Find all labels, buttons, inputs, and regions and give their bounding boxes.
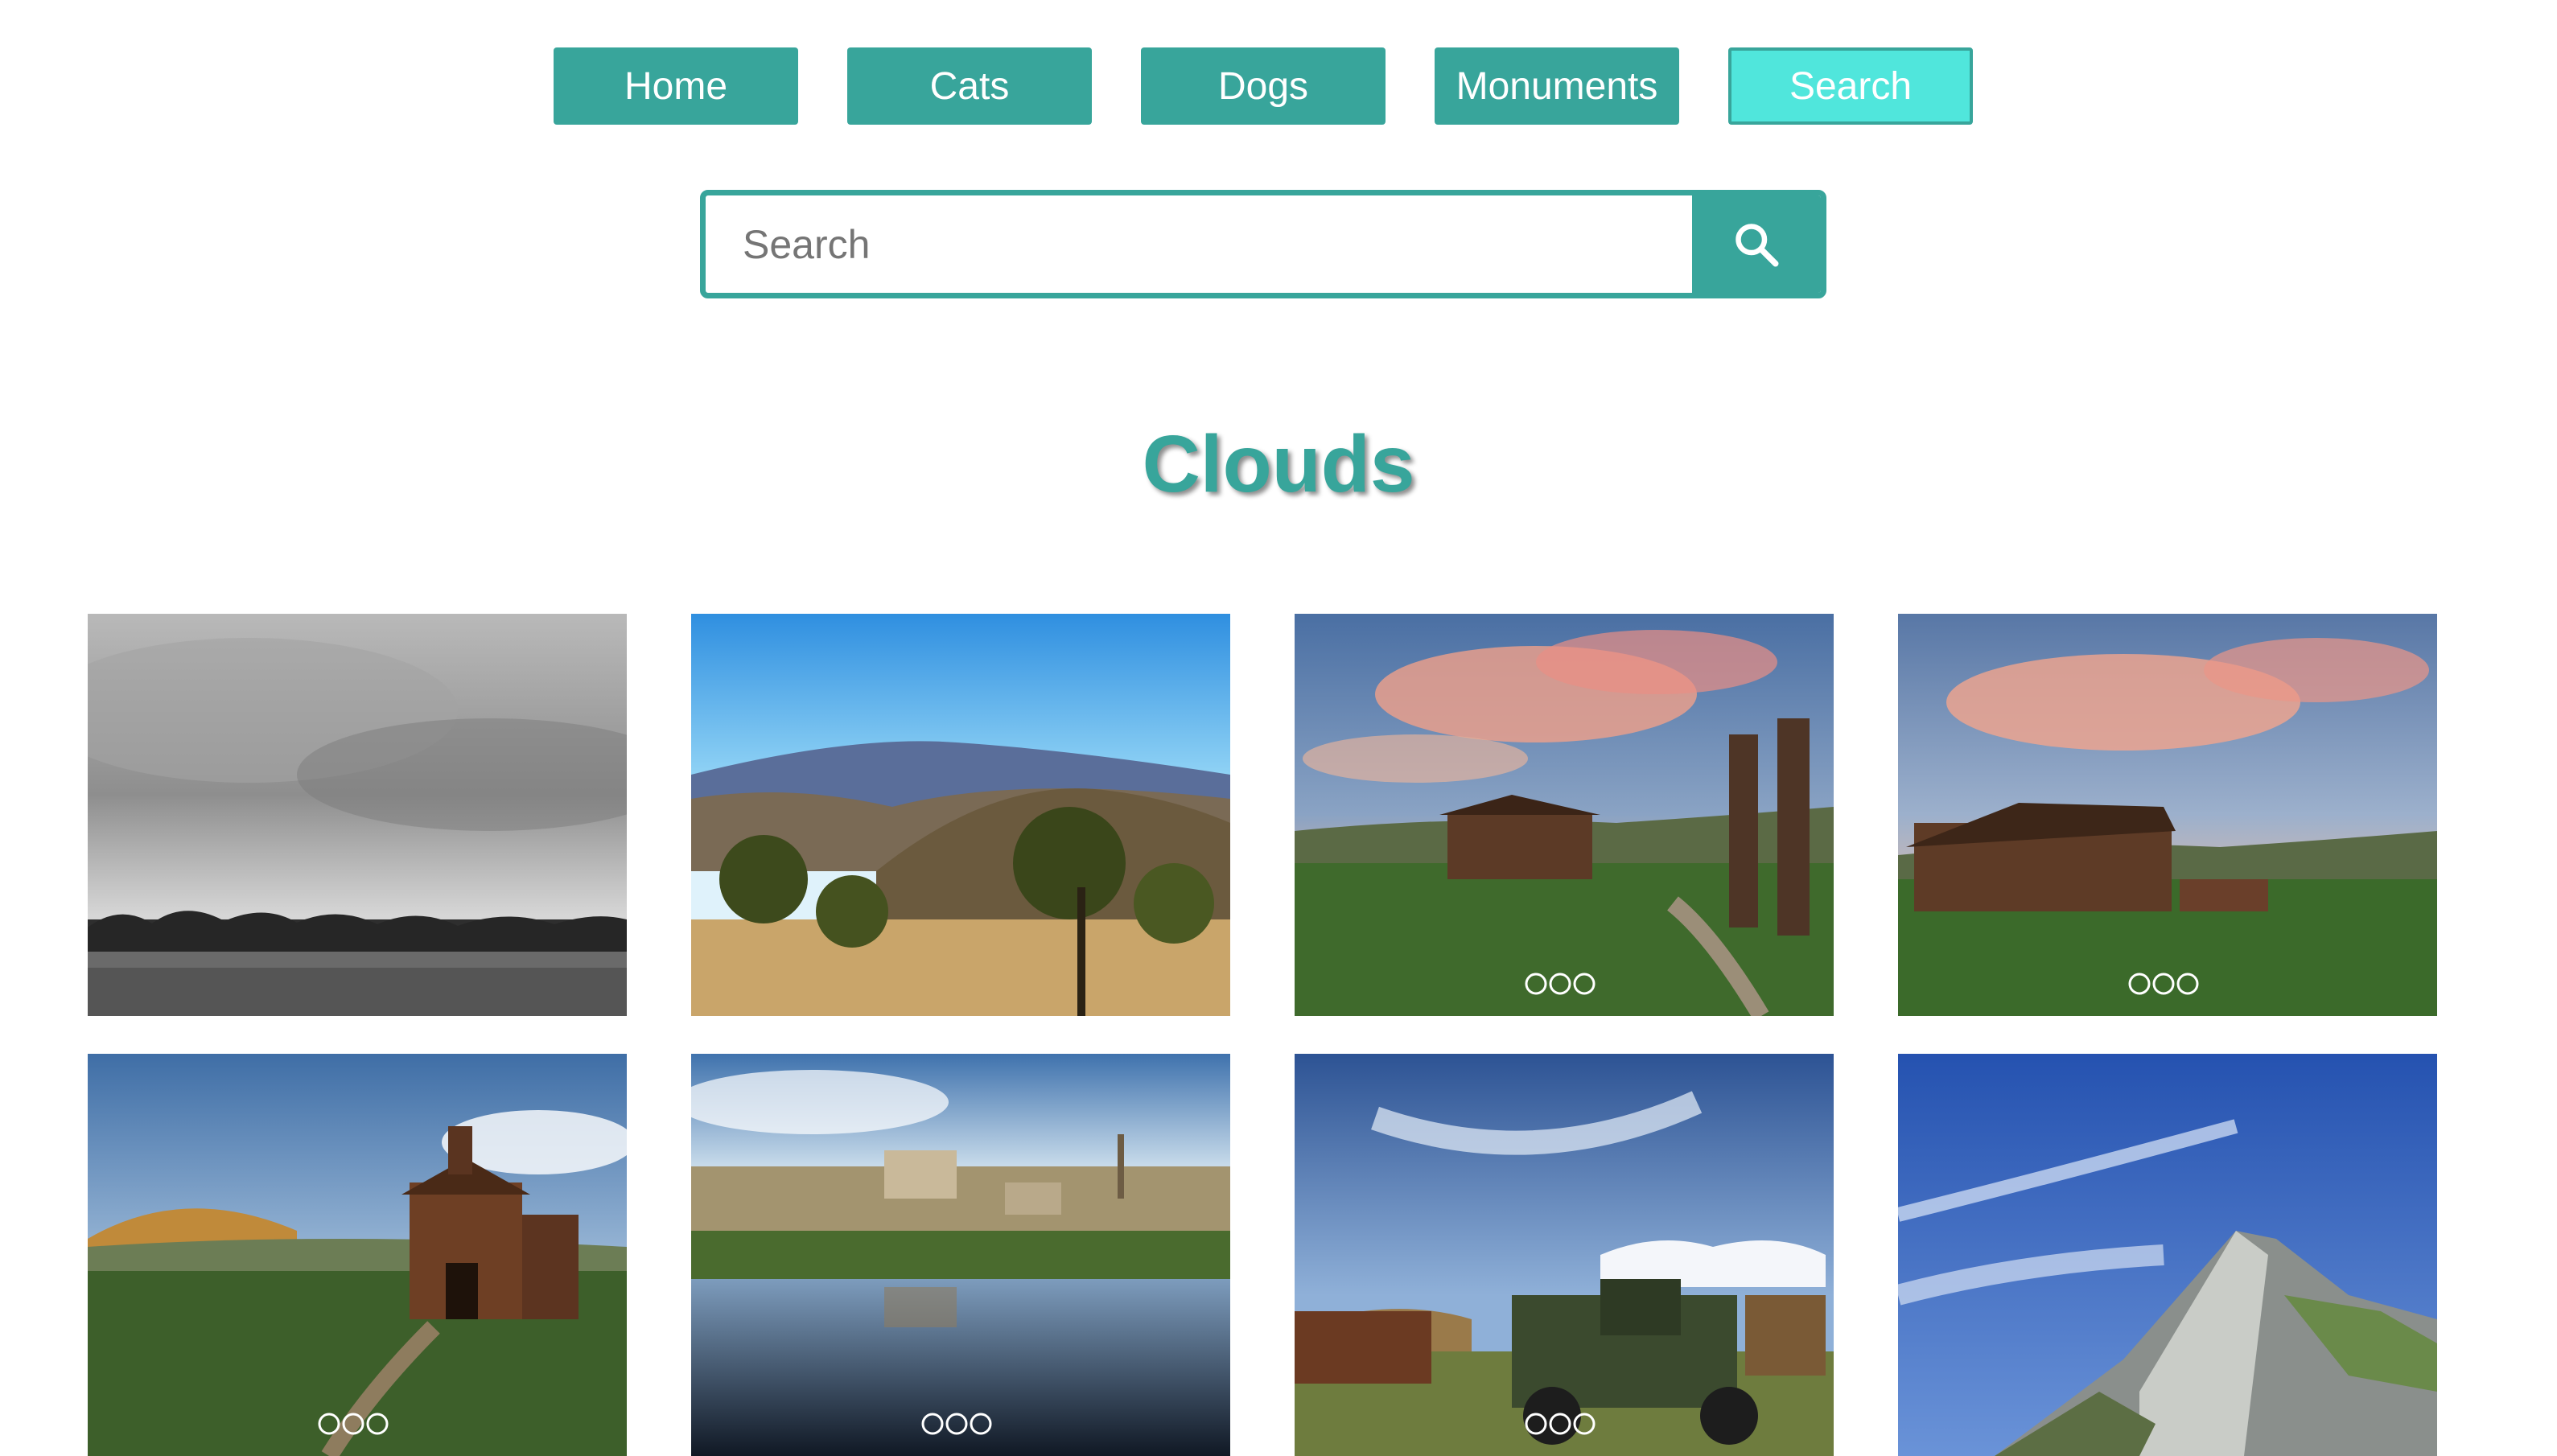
page-title: Clouds — [1142, 419, 1415, 509]
nav-dogs-button[interactable]: Dogs — [1141, 47, 1386, 125]
gallery-image-overcast-field[interactable] — [88, 614, 627, 1016]
gallery-image-oak-hills[interactable] — [691, 614, 1230, 1016]
search-icon — [1736, 223, 1779, 266]
search-input[interactable] — [706, 195, 1695, 293]
gallery-image-sunset-cabin[interactable] — [1898, 614, 2437, 1016]
gallery-image-old-truck[interactable] — [1295, 1054, 1834, 1456]
search-form — [700, 190, 1826, 298]
gallery-image-mountain-peak[interactable] — [1898, 1054, 2437, 1456]
gallery-image-sunset-cabins[interactable] — [1295, 614, 1834, 1016]
search-submit-button[interactable] — [1692, 195, 1821, 293]
nav-monuments-button[interactable]: Monuments — [1435, 47, 1679, 125]
nav-cats-button[interactable]: Cats — [847, 47, 1092, 125]
nav-search-button[interactable]: Search — [1728, 47, 1973, 125]
nav-home-button[interactable]: Home — [554, 47, 798, 125]
gallery-image-pond-mill[interactable] — [691, 1054, 1230, 1456]
gallery-image-church[interactable] — [88, 1054, 627, 1456]
main-nav: Home Cats Dogs Monuments Search — [0, 47, 2557, 125]
